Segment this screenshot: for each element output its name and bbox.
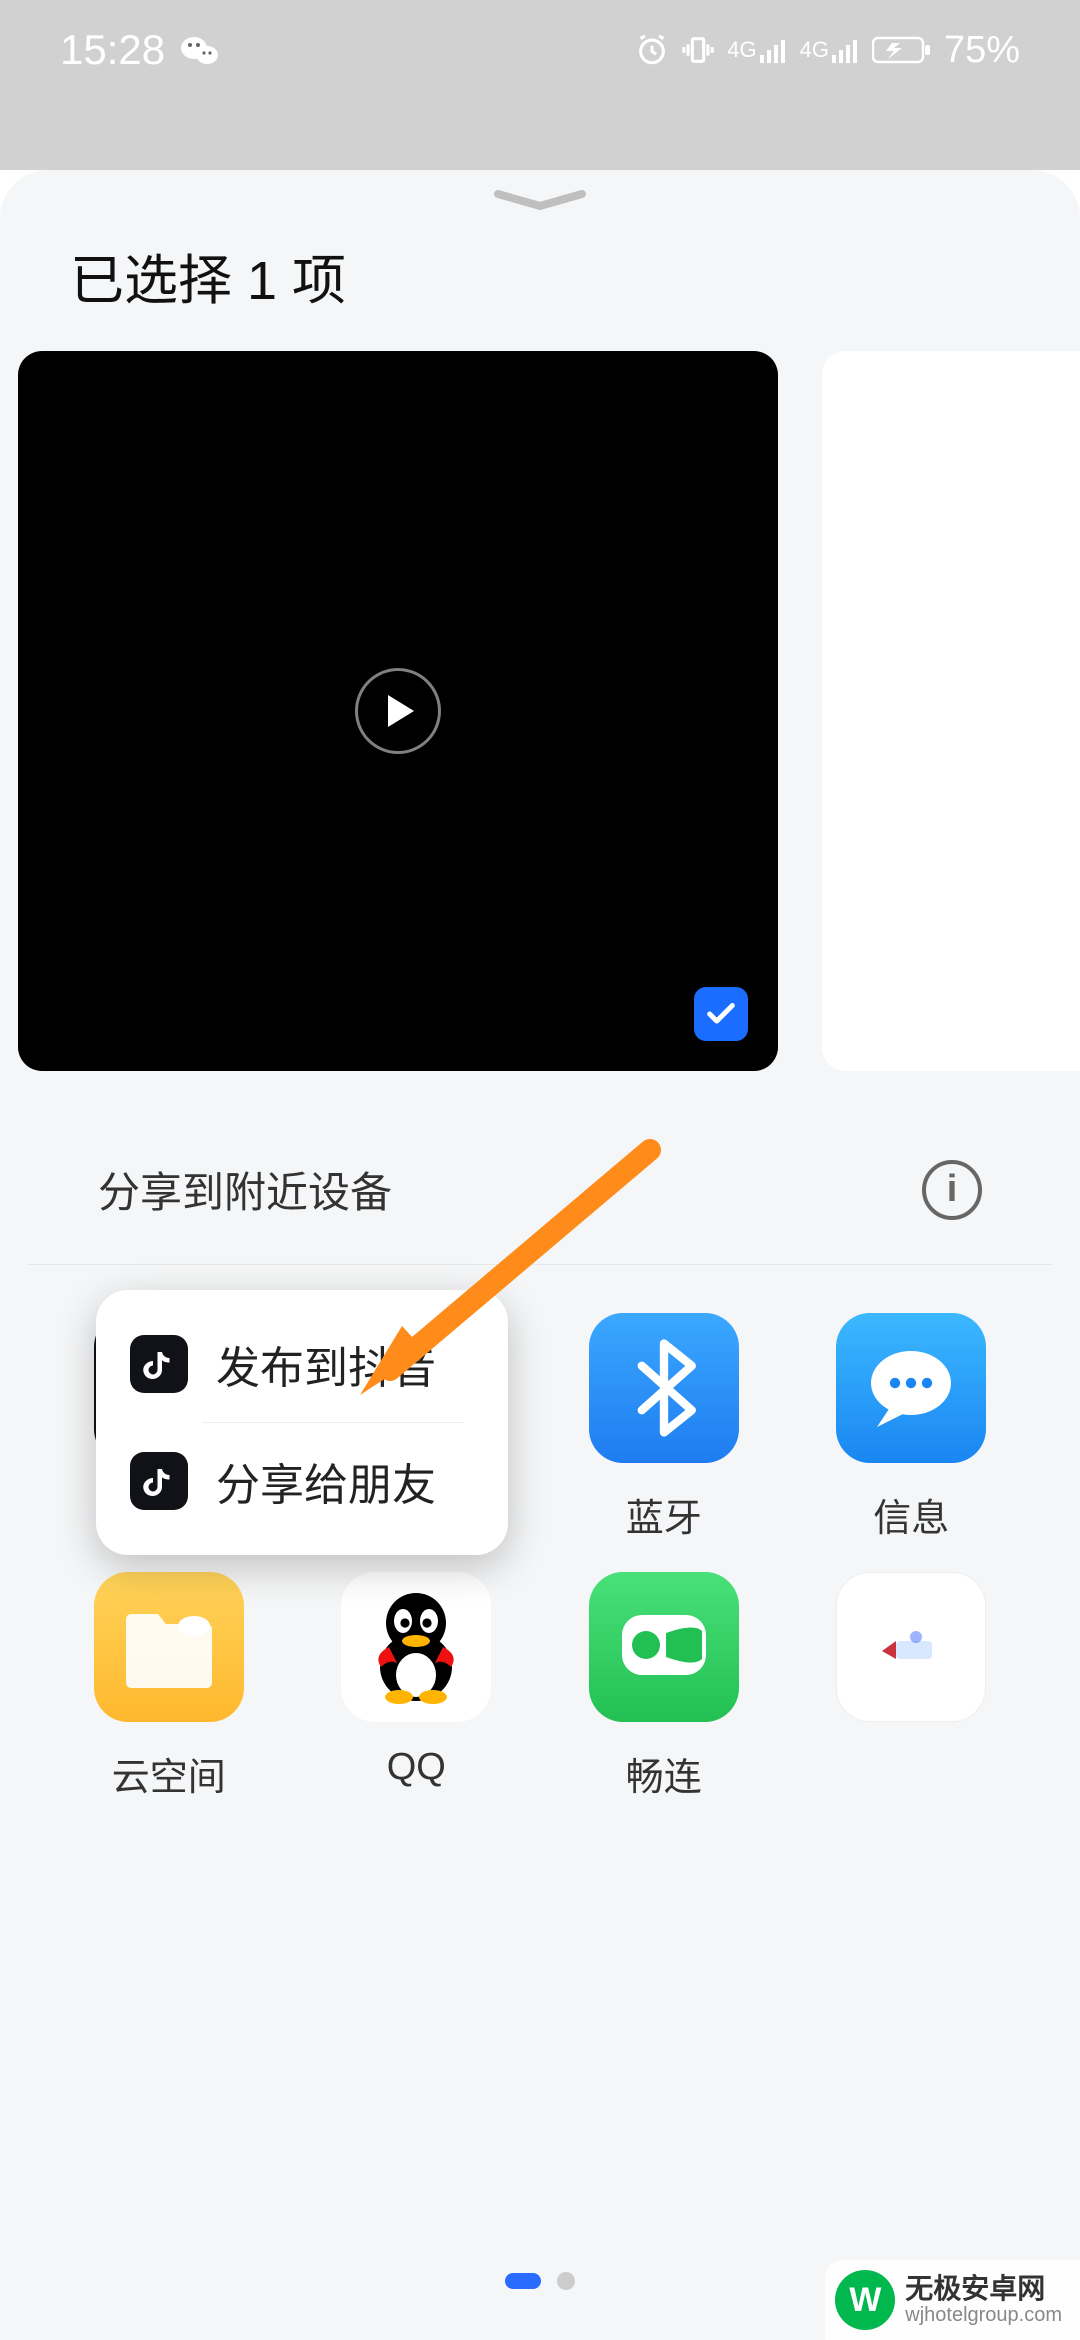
app-label: 信息 — [873, 1487, 949, 1542]
share-app-user[interactable] — [793, 1572, 1031, 1801]
alarm-icon — [635, 33, 669, 67]
sheet-title: 已选择 1 项 — [0, 236, 1080, 351]
douyin-mini-icon — [130, 1452, 188, 1510]
share-app-messages[interactable]: 信息 — [793, 1313, 1031, 1542]
status-bar: 15:28 4G 4G 75% — [0, 0, 1080, 100]
popup-share-to-friends[interactable]: 分享给朋友 — [96, 1423, 508, 1539]
messages-icon — [836, 1313, 986, 1463]
cloud-icon — [94, 1572, 244, 1722]
page-dot — [557, 2272, 575, 2290]
page-indicator — [505, 2272, 575, 2290]
watermark-logo: W — [835, 2270, 895, 2330]
preview-item-2[interactable] — [822, 351, 1080, 1071]
play-icon[interactable] — [355, 668, 441, 754]
preview-row[interactable] — [0, 351, 1080, 1071]
info-icon[interactable]: i — [922, 1160, 982, 1220]
watermark-text: 无极安卓网 wjhotelgroup.com — [905, 2274, 1062, 2327]
annotation-arrow — [330, 1130, 670, 1410]
selected-check-icon[interactable] — [694, 987, 748, 1041]
battery-percent: 75% — [944, 29, 1020, 72]
share-app-cloud[interactable]: 云空间 — [50, 1572, 288, 1801]
app-label: 云空间 — [112, 1746, 226, 1801]
signal-1: 4G — [727, 37, 787, 63]
user-share-icon — [836, 1572, 986, 1722]
share-app-qq[interactable]: QQ — [298, 1572, 536, 1801]
status-time: 15:28 — [60, 26, 165, 74]
wechat-status-icon — [179, 33, 219, 67]
battery-icon — [872, 35, 932, 65]
changlian-icon — [589, 1572, 739, 1722]
app-label: 畅连 — [626, 1746, 702, 1801]
share-app-changlian[interactable]: 畅连 — [545, 1572, 783, 1801]
app-label: QQ — [387, 1746, 446, 1789]
douyin-mini-icon — [130, 1335, 188, 1393]
preview-item-1[interactable] — [18, 351, 778, 1071]
qq-icon — [341, 1572, 491, 1722]
drag-handle[interactable] — [492, 190, 588, 208]
page-dot-active — [505, 2273, 541, 2289]
signal-2: 4G — [800, 37, 860, 63]
status-left: 15:28 — [60, 26, 219, 74]
overlay-watermark: W 无极安卓网 wjhotelgroup.com — [825, 2260, 1080, 2340]
popup-item-label: 分享给朋友 — [216, 1449, 436, 1513]
status-right: 4G 4G 75% — [635, 29, 1020, 72]
app-label: 蓝牙 — [626, 1487, 702, 1542]
vibrate-icon — [681, 33, 715, 67]
